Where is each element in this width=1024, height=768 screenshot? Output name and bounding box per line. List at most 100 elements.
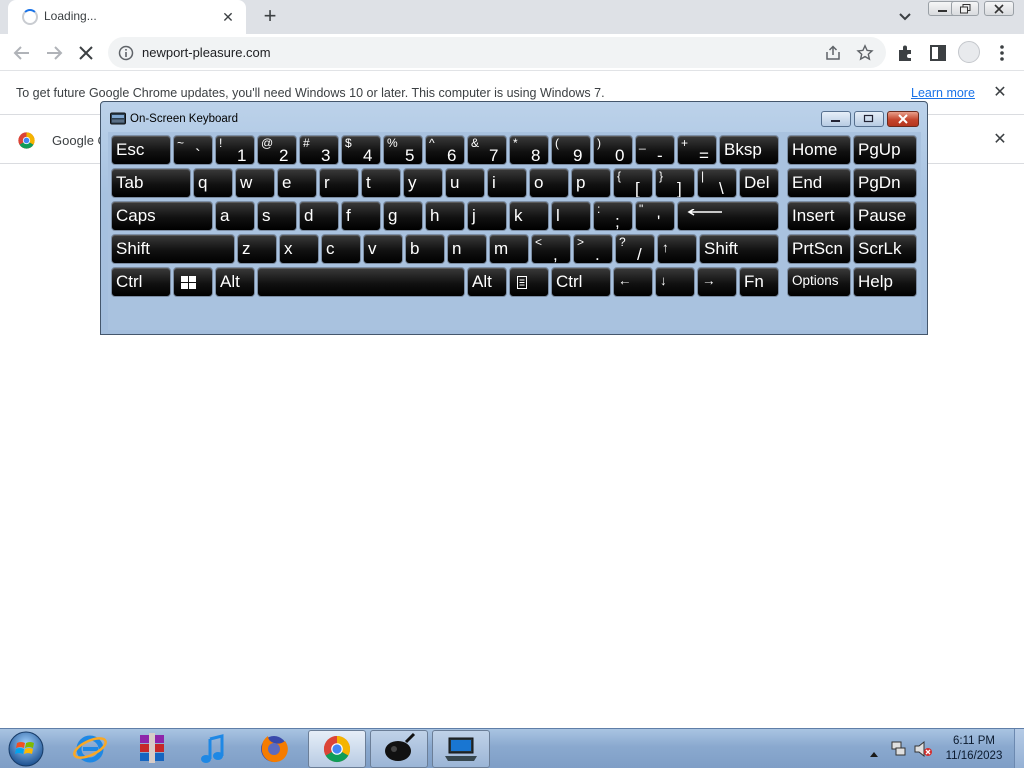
key-backslash[interactable]: | \ — [697, 168, 737, 198]
taskbar-app-laptop-icon[interactable] — [432, 730, 490, 768]
key-rbracket[interactable]: }] — [655, 168, 695, 198]
window-restore-button[interactable] — [951, 1, 979, 16]
key-lctrl[interactable]: Ctrl — [111, 267, 171, 297]
clock[interactable]: 6:11 PM 11/16/2023 — [938, 734, 1010, 764]
key-9[interactable]: (9 — [551, 135, 591, 165]
key-h[interactable]: h — [425, 201, 465, 231]
start-button[interactable] — [4, 730, 48, 768]
key-m[interactable]: m — [489, 234, 529, 264]
profile-avatar[interactable] — [958, 41, 980, 63]
new-tab-button[interactable]: + — [258, 5, 282, 29]
show-desktop-button[interactable] — [1014, 729, 1024, 768]
key-b[interactable]: b — [405, 234, 445, 264]
key-quote[interactable]: " ' — [635, 201, 675, 231]
key-l[interactable]: l — [551, 201, 591, 231]
key-minus[interactable]: _ - — [635, 135, 675, 165]
key-ralt[interactable]: Alt — [467, 267, 507, 297]
key-prtscn[interactable]: PrtScn — [787, 234, 851, 264]
key-j[interactable]: j — [467, 201, 507, 231]
key-d[interactable]: d — [299, 201, 339, 231]
key-f[interactable]: f — [341, 201, 381, 231]
key-n[interactable]: n — [447, 234, 487, 264]
key-space[interactable] — [257, 267, 465, 297]
site-info-icon[interactable] — [118, 45, 134, 61]
key-menu[interactable] — [509, 267, 549, 297]
key-esc[interactable]: Esc — [111, 135, 171, 165]
show-hidden-icons-arrow[interactable] — [869, 745, 879, 757]
key-z[interactable]: z — [237, 234, 277, 264]
key-t[interactable]: t — [361, 168, 401, 198]
key-tab[interactable]: Tab — [111, 168, 191, 198]
tab-search-chevron-icon[interactable] — [895, 8, 915, 26]
key-lalt[interactable]: Alt — [215, 267, 255, 297]
bookmark-star-icon[interactable] — [856, 44, 874, 62]
key-x[interactable]: x — [279, 234, 319, 264]
key-caps[interactable]: Caps — [111, 201, 213, 231]
infobar-close-button[interactable]: ✕ — [990, 83, 1010, 103]
key-win[interactable] — [173, 267, 213, 297]
key-e[interactable]: e — [277, 168, 317, 198]
key-0[interactable]: ) 0 — [593, 135, 633, 165]
tab-close-button[interactable]: ✕ — [218, 7, 238, 27]
key-insert[interactable]: Insert — [787, 201, 851, 231]
stop-loading-icon[interactable] — [74, 41, 98, 65]
key-lbracket[interactable]: {[ — [613, 168, 653, 198]
osk-maximize-button[interactable] — [854, 111, 884, 127]
url-text[interactable]: newport-pleasure.com — [142, 45, 271, 60]
key-s[interactable]: s — [257, 201, 297, 231]
browser-tab[interactable]: Loading... ✕ — [8, 0, 246, 34]
back-arrow-icon[interactable] — [10, 41, 34, 65]
key-i[interactable]: i — [487, 168, 527, 198]
key-down[interactable]: ↓ — [655, 267, 695, 297]
side-panel-icon[interactable] — [926, 41, 950, 65]
key-a[interactable]: a — [215, 201, 255, 231]
key-rshift[interactable]: Shift — [699, 234, 779, 264]
taskbar-itunes-icon[interactable] — [194, 731, 234, 767]
key-v[interactable]: v — [363, 234, 403, 264]
key-pause[interactable]: Pause — [853, 201, 917, 231]
key-enter[interactable] — [677, 201, 779, 231]
key-end[interactable]: End — [787, 168, 851, 198]
taskbar-app-black-icon[interactable] — [370, 730, 428, 768]
address-bar[interactable]: newport-pleasure.com — [108, 37, 886, 68]
osk-close-button[interactable] — [887, 111, 919, 127]
key-q[interactable]: q — [193, 168, 233, 198]
key-right[interactable]: → — [697, 267, 737, 297]
key-y[interactable]: y — [403, 168, 443, 198]
key-del[interactable]: Del — [739, 168, 779, 198]
key-6[interactable]: ^ 6 — [425, 135, 465, 165]
key-lshift[interactable]: Shift — [111, 234, 235, 264]
key-fn[interactable]: Fn — [739, 267, 779, 297]
key-1[interactable]: ! 1 — [215, 135, 255, 165]
key-period[interactable]: >. — [573, 234, 613, 264]
key-help[interactable]: Help — [853, 267, 917, 297]
learn-more-link[interactable]: Learn more — [911, 86, 975, 100]
key-tilde[interactable]: ~ ` — [173, 135, 213, 165]
key-4[interactable]: $4 — [341, 135, 381, 165]
key-u[interactable]: u — [445, 168, 485, 198]
key-up[interactable]: ↑ — [657, 234, 697, 264]
key-equals[interactable]: + = — [677, 135, 717, 165]
taskbar-chrome-icon[interactable] — [308, 730, 366, 768]
key-r[interactable]: r — [319, 168, 359, 198]
key-home[interactable]: Home — [787, 135, 851, 165]
osk-minimize-button[interactable] — [821, 111, 851, 127]
extensions-puzzle-icon[interactable] — [894, 41, 918, 65]
key-semicolon[interactable]: :; — [593, 201, 633, 231]
key-options[interactable]: Options — [787, 267, 851, 297]
network-tray-icon[interactable] — [890, 740, 908, 758]
share-icon[interactable] — [824, 44, 842, 62]
key-k[interactable]: k — [509, 201, 549, 231]
key-2[interactable]: @2 — [257, 135, 297, 165]
key-w[interactable]: w — [235, 168, 275, 198]
volume-muted-tray-icon[interactable] — [913, 740, 933, 758]
forward-arrow-icon[interactable] — [42, 41, 66, 65]
key-bksp[interactable]: Bksp — [719, 135, 779, 165]
menu-kebab-icon[interactable] — [990, 41, 1014, 65]
key-5[interactable]: % 5 — [383, 135, 423, 165]
key-p[interactable]: p — [571, 168, 611, 198]
google-infobar-close-button[interactable]: ✕ — [990, 130, 1010, 150]
key-pgup[interactable]: PgUp — [853, 135, 917, 165]
key-slash[interactable]: ? / — [615, 234, 655, 264]
taskbar-firefox-icon[interactable] — [254, 731, 294, 767]
